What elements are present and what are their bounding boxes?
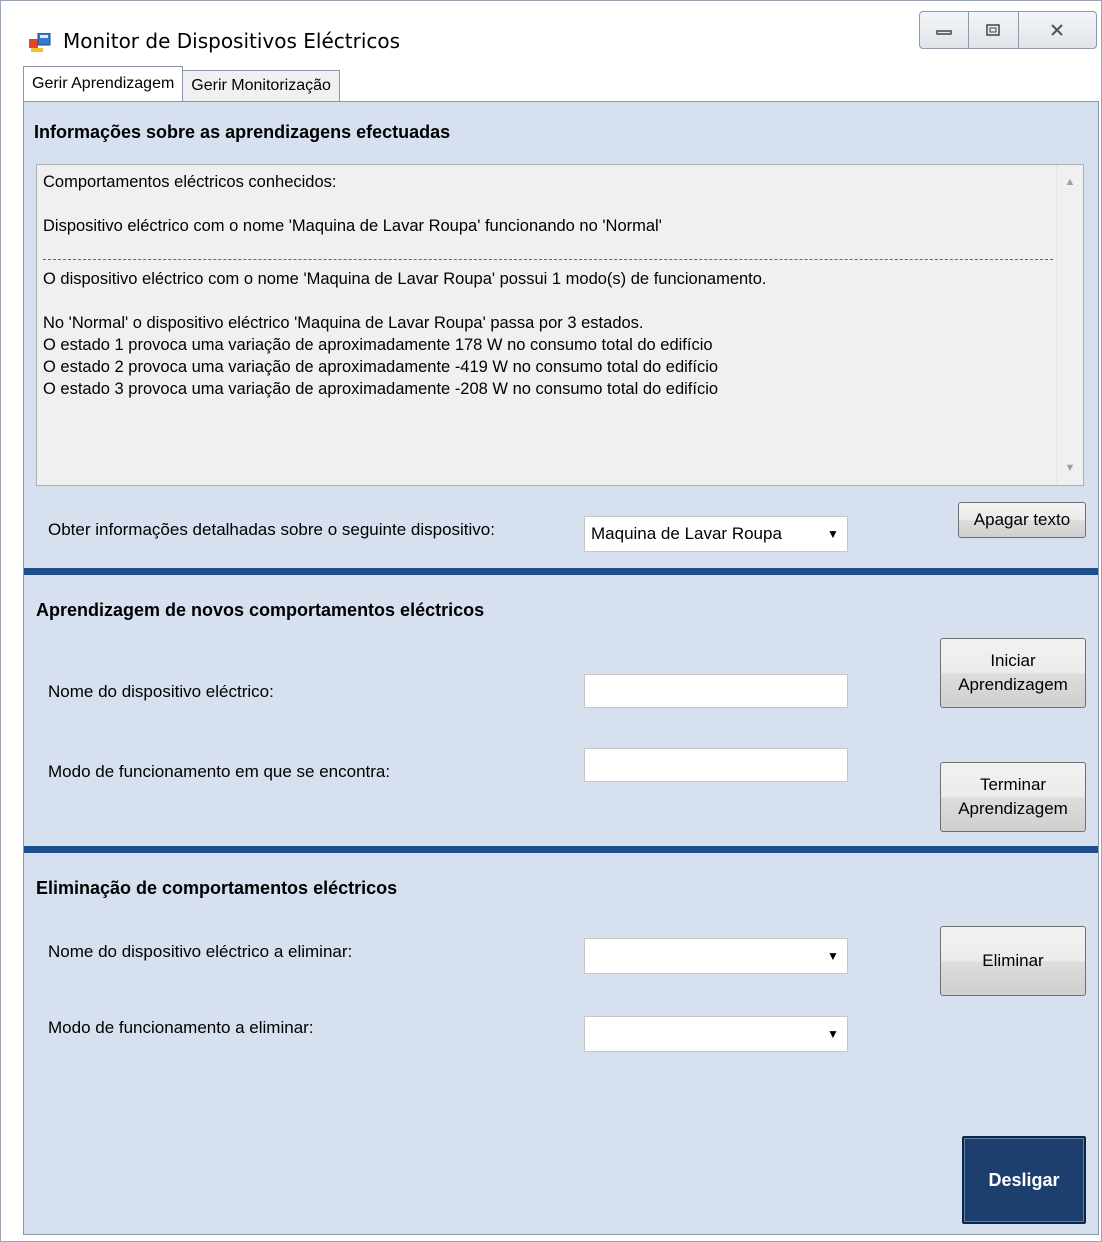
minimize-icon: [936, 30, 952, 35]
tab-gerir-monitorizacao[interactable]: Gerir Monitorização: [182, 70, 340, 101]
chevron-down-icon: ▼: [827, 1027, 839, 1041]
minimize-button[interactable]: [920, 12, 970, 48]
title-bar: Monitor de Dispositivos Eléctricos: [1, 1, 1101, 65]
app-icon: [29, 32, 51, 53]
device-name-input[interactable]: [584, 674, 848, 708]
delete-mode-label: Modo de funcionamento a eliminar:: [48, 1018, 314, 1037]
info-line: No 'Normal' o dispositivo eléctrico 'Maq…: [43, 314, 644, 332]
chevron-down-icon: ▼: [827, 949, 839, 963]
window-title: Monitor de Dispositivos Eléctricos: [63, 29, 401, 53]
delete-device-select[interactable]: ▼: [584, 938, 848, 974]
learn-section-title: Aprendizagem de novos comportamentos elé…: [36, 600, 485, 620]
details-device-value: Maquina de Lavar Roupa: [591, 524, 782, 543]
app-window: Monitor de Dispositivos Eléctricos Gerir…: [0, 0, 1102, 1242]
info-line: O estado 1 provoca uma variação de aprox…: [43, 336, 713, 354]
info-line: Comportamentos eléctricos conhecidos:: [43, 173, 337, 191]
stop-learning-label-1: Terminar: [979, 775, 1047, 794]
tab-gerir-aprendizagem[interactable]: Gerir Aprendizagem: [23, 66, 184, 101]
start-learning-label-2: Aprendizagem: [958, 675, 1068, 694]
close-icon: [1051, 24, 1064, 36]
device-name-label: Nome do dispositivo eléctrico:: [48, 682, 274, 701]
close-button[interactable]: [1019, 12, 1096, 48]
info-line: O estado 3 provoca uma variação de aprox…: [43, 380, 719, 398]
tab-strip: Gerir Aprendizagem Gerir Monitorização: [23, 66, 340, 101]
info-textbox[interactable]: Comportamentos eléctricos conhecidos: Di…: [36, 164, 1084, 486]
chevron-down-icon: ▼: [827, 527, 839, 541]
maximize-button[interactable]: [969, 12, 1019, 48]
window-controls: [919, 11, 1097, 49]
vertical-scrollbar[interactable]: ▲ ▼: [1056, 165, 1083, 485]
mode-label: Modo de funcionamento em que se encontra…: [48, 762, 391, 781]
start-learning-label-1: Iniciar: [990, 651, 1036, 670]
clear-text-button[interactable]: Apagar texto: [958, 502, 1086, 538]
scroll-up-arrow-icon[interactable]: ▲: [1057, 169, 1083, 195]
info-line: O estado 2 provoca uma variação de aprox…: [43, 358, 719, 376]
info-section-title: Informações sobre as aprendizagens efect…: [34, 122, 451, 142]
section-divider: [24, 568, 1098, 575]
separator-line: [43, 259, 1053, 260]
stop-learning-button[interactable]: Terminar Aprendizagem: [940, 762, 1086, 832]
maximize-icon: [986, 24, 1001, 36]
details-label: Obter informações detalhadas sobre o seg…: [48, 520, 495, 539]
details-device-select[interactable]: Maquina de Lavar Roupa ▼: [584, 516, 848, 552]
info-line: Dispositivo eléctrico com o nome 'Maquin…: [43, 217, 662, 235]
delete-section-title: Eliminação de comportamentos eléctricos: [36, 878, 398, 898]
start-learning-button[interactable]: Iniciar Aprendizagem: [940, 638, 1086, 708]
delete-button[interactable]: Eliminar: [940, 926, 1086, 996]
delete-mode-select[interactable]: ▼: [584, 1016, 848, 1052]
delete-device-label: Nome do dispositivo eléctrico a eliminar…: [48, 942, 353, 961]
scroll-down-arrow-icon[interactable]: ▼: [1057, 455, 1083, 481]
section-divider: [24, 846, 1098, 853]
stop-learning-label-2: Aprendizagem: [958, 799, 1068, 818]
mode-input[interactable]: [584, 748, 848, 782]
info-line: O dispositivo eléctrico com o nome 'Maqu…: [43, 270, 767, 288]
shutdown-button[interactable]: Desligar: [962, 1136, 1086, 1224]
tab-panel: Informações sobre as aprendizagens efect…: [23, 101, 1099, 1235]
